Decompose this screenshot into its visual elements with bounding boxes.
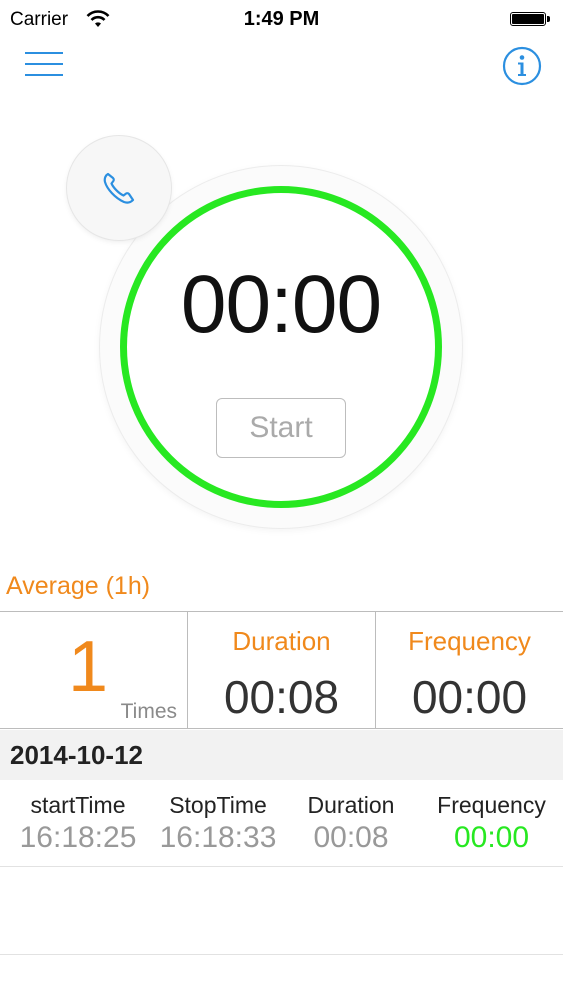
log-col-start: startTime 16:18:25 — [8, 780, 148, 855]
status-time: 1:49 PM — [243, 8, 320, 30]
log-col-frequency: Frequency 00:00 — [420, 780, 563, 855]
log-start-time: 16:18:25 — [19, 821, 137, 854]
battery-icon — [510, 12, 546, 26]
battery-tip — [547, 16, 550, 22]
log-header-duration: Duration — [307, 792, 395, 818]
log-duration: 00:08 — [313, 821, 389, 854]
average-stats: 1 Times Duration 00:08 Frequency 00:00 — [0, 611, 563, 729]
log-frequency: 00:00 — [453, 821, 530, 854]
log-header-stop: StopTime — [169, 792, 267, 818]
phone-button[interactable] — [67, 136, 171, 240]
count-cell: 1 Times — [0, 612, 188, 728]
list-item — [0, 867, 563, 955]
frequency-cell: Frequency 00:00 — [376, 612, 563, 728]
start-button[interactable]: Start — [216, 398, 346, 458]
log-date: 2014-10-12 — [10, 740, 143, 770]
log-header-frequency: Frequency — [437, 792, 546, 818]
log-date-header: 2014-10-12 — [0, 730, 563, 780]
timer-display: 00:00 — [180, 259, 382, 350]
status-bar: Carrier 1:49 PM — [0, 0, 563, 38]
log-header-start: startTime — [30, 792, 126, 818]
info-icon[interactable] — [502, 46, 542, 86]
count-unit: Times — [120, 700, 177, 723]
average-title: Average (1h) — [6, 572, 151, 600]
phone-icon — [103, 172, 135, 204]
log-col-duration: Duration 00:08 — [288, 780, 414, 855]
duration-value: 00:08 — [223, 671, 340, 723]
frequency-value: 00:00 — [411, 671, 528, 723]
hamburger-menu-icon[interactable] — [25, 50, 63, 78]
log-col-stop: StopTime 16:18:33 — [148, 780, 288, 855]
count-value: 1 — [68, 627, 109, 707]
table-row[interactable]: startTime 16:18:25 StopTime 16:18:33 Dur… — [0, 780, 563, 867]
duration-label: Duration — [232, 626, 331, 656]
log-stop-time: 16:18:33 — [159, 821, 277, 854]
frequency-label: Frequency — [408, 626, 531, 656]
duration-cell: Duration 00:08 — [188, 612, 376, 728]
